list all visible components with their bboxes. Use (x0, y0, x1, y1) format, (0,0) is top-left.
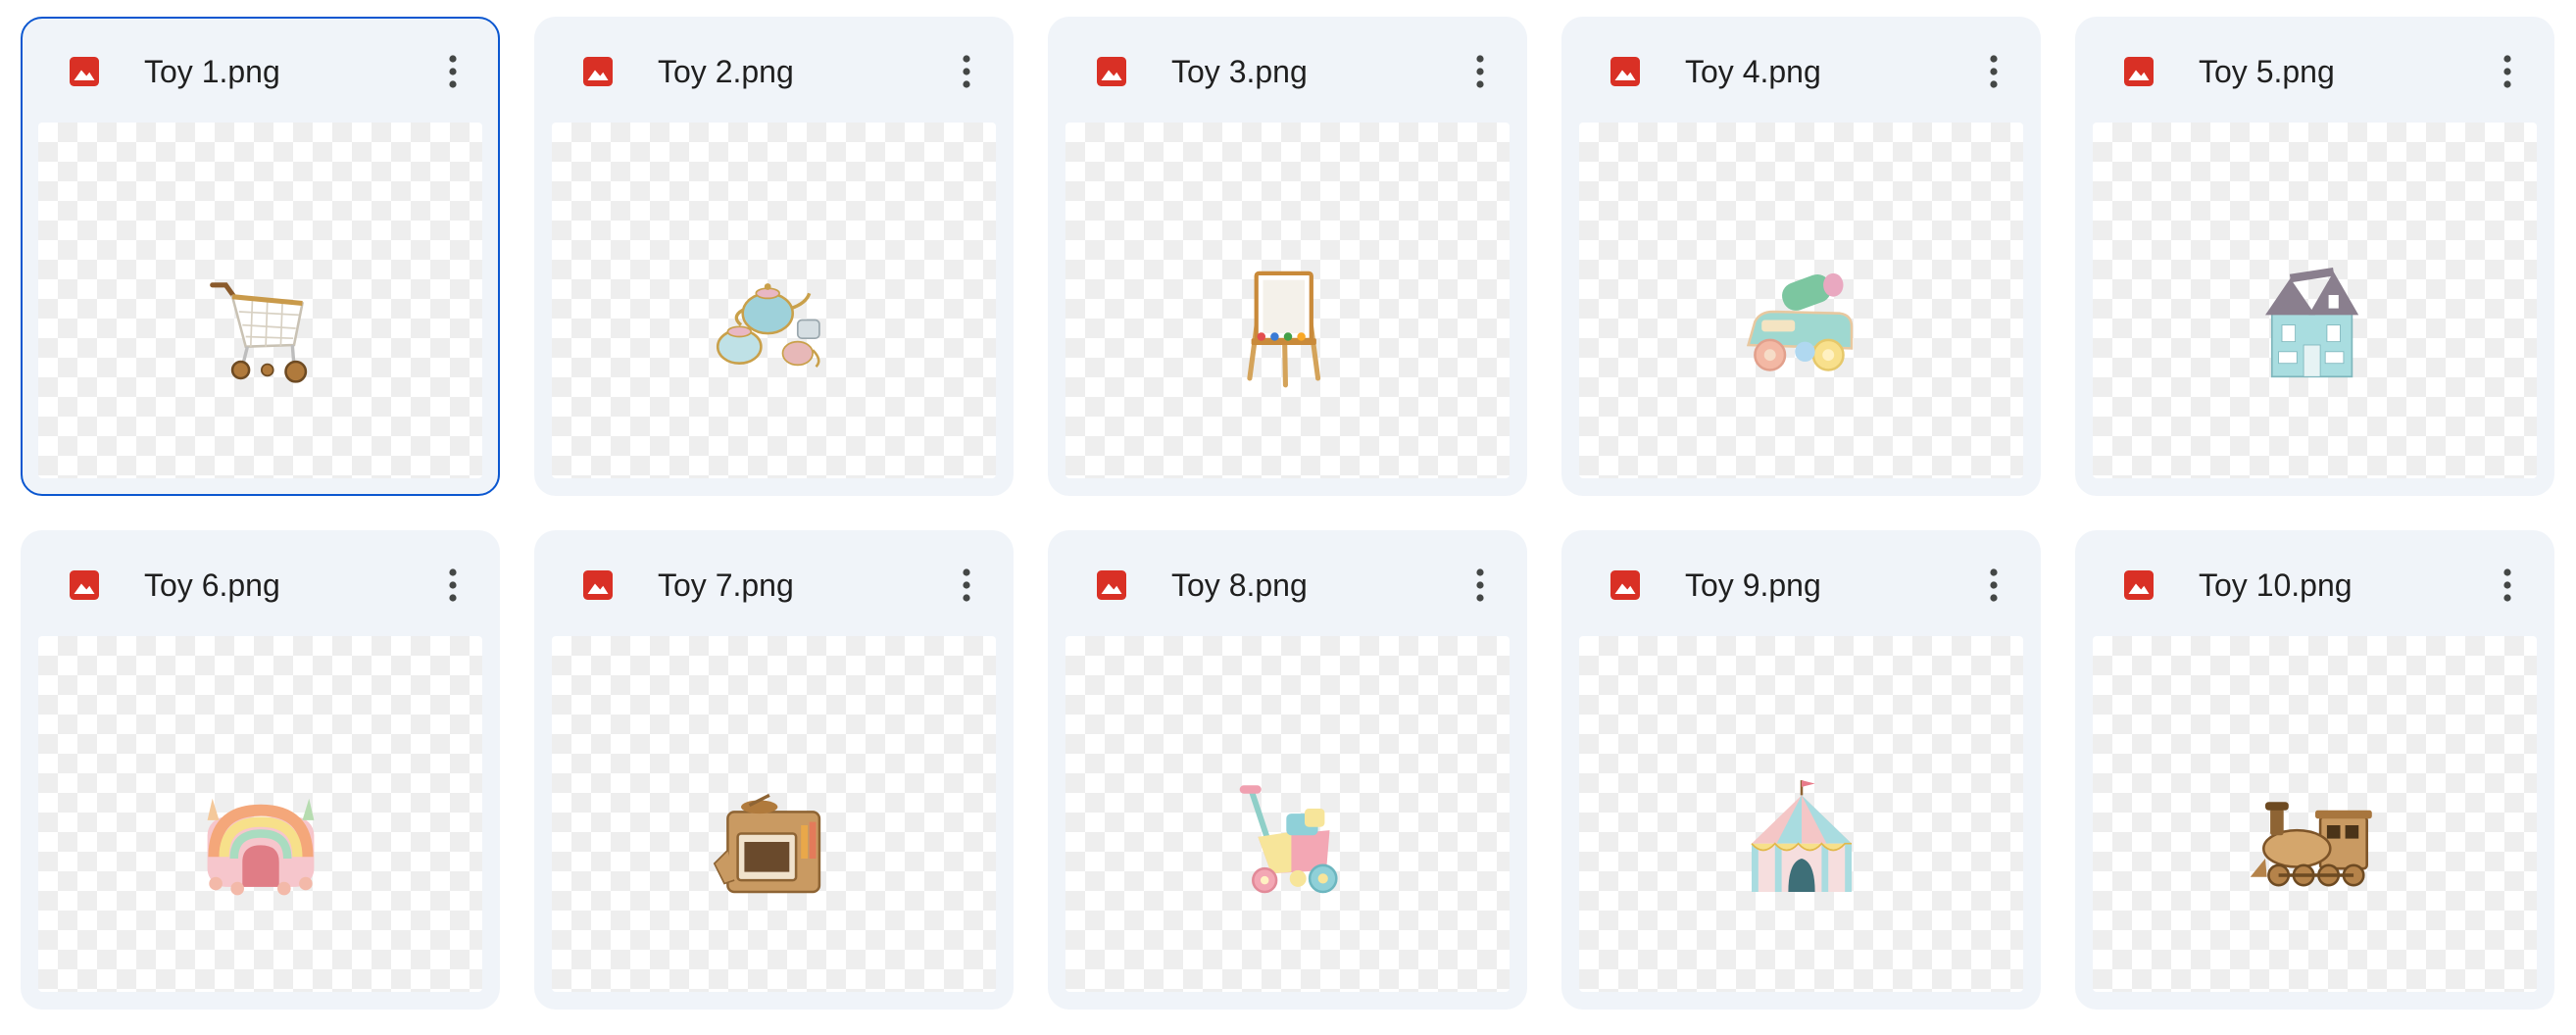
file-card-header: Toy 5.png (2077, 19, 2552, 124)
more-vert-icon (1476, 55, 1484, 88)
file-card-header: Toy 3.png (1050, 19, 1525, 124)
more-vert-icon (2503, 55, 2511, 88)
file-name: Toy 7.png (658, 567, 794, 603)
file-card[interactable]: Toy 3.png (1048, 17, 1527, 496)
image-icon (583, 57, 613, 86)
toy-train-image (2250, 801, 2372, 886)
image-icon (2124, 57, 2154, 86)
circus-tent-image (1750, 779, 1852, 892)
more-vert-icon (963, 568, 970, 602)
more-actions-button[interactable] (429, 48, 476, 95)
file-card[interactable]: Toy 6.png (21, 530, 500, 1010)
image-thumbnail[interactable] (1579, 123, 2023, 478)
file-card-header: Toy 1.png (23, 19, 498, 124)
file-card[interactable]: Toy 1.png (21, 17, 500, 496)
image-thumbnail[interactable] (38, 123, 482, 478)
image-icon (1610, 570, 1640, 600)
file-name: Toy 1.png (144, 54, 280, 89)
image-thumbnail[interactable] (1579, 636, 2023, 992)
more-vert-icon (963, 55, 970, 88)
image-thumbnail[interactable] (38, 636, 482, 992)
file-grid: Toy 1.png Toy 2.png Toy 3.png Toy 4.png … (21, 17, 2554, 1010)
play-kitchen-image (713, 793, 820, 893)
easel-image (1246, 271, 1320, 387)
file-card-header: Toy 8.png (1050, 532, 1525, 638)
shopping-cart-image (209, 281, 307, 383)
doll-house-image (2264, 267, 2358, 377)
tea-set-image (716, 282, 820, 368)
more-vert-icon (1990, 568, 1998, 602)
walker-wagon-image (1239, 784, 1338, 893)
image-thumbnail[interactable] (2093, 123, 2537, 478)
bounce-house-image (207, 798, 314, 895)
file-card[interactable]: Toy 5.png (2075, 17, 2554, 496)
image-icon (70, 570, 99, 600)
file-card[interactable]: Toy 2.png (534, 17, 1014, 496)
image-icon (1097, 570, 1126, 600)
image-icon (1097, 57, 1126, 86)
more-vert-icon (2503, 568, 2511, 602)
more-actions-button[interactable] (943, 562, 990, 609)
image-icon (1610, 57, 1640, 86)
image-thumbnail[interactable] (2093, 636, 2537, 992)
image-icon (583, 570, 613, 600)
file-card-header: Toy 6.png (23, 532, 498, 638)
more-actions-button[interactable] (1457, 48, 1504, 95)
file-name: Toy 8.png (1171, 567, 1308, 603)
more-vert-icon (449, 568, 457, 602)
file-name: Toy 4.png (1685, 54, 1821, 89)
file-name: Toy 5.png (2199, 54, 2335, 89)
more-actions-button[interactable] (2484, 48, 2531, 95)
more-actions-button[interactable] (1970, 48, 2017, 95)
file-name: Toy 6.png (144, 567, 280, 603)
more-vert-icon (449, 55, 457, 88)
image-icon (70, 57, 99, 86)
file-card-header: Toy 10.png (2077, 532, 2552, 638)
file-card[interactable]: Toy 8.png (1048, 530, 1527, 1010)
more-actions-button[interactable] (1970, 562, 2017, 609)
more-vert-icon (1990, 55, 1998, 88)
file-name: Toy 10.png (2199, 567, 2353, 603)
file-name: Toy 2.png (658, 54, 794, 89)
file-card[interactable]: Toy 9.png (1561, 530, 2041, 1010)
file-card-header: Toy 9.png (1563, 532, 2039, 638)
file-name: Toy 9.png (1685, 567, 1821, 603)
file-card-header: Toy 4.png (1563, 19, 2039, 124)
file-card-header: Toy 7.png (536, 532, 1012, 638)
file-card[interactable]: Toy 10.png (2075, 530, 2554, 1010)
file-card-header: Toy 2.png (536, 19, 1012, 124)
image-thumbnail[interactable] (552, 636, 996, 992)
image-thumbnail[interactable] (1065, 123, 1510, 478)
more-actions-button[interactable] (1457, 562, 1504, 609)
image-thumbnail[interactable] (552, 123, 996, 478)
image-thumbnail[interactable] (1065, 636, 1510, 992)
file-card[interactable]: Toy 4.png (1561, 17, 2041, 496)
more-vert-icon (1476, 568, 1484, 602)
file-card[interactable]: Toy 7.png (534, 530, 1014, 1010)
file-name: Toy 3.png (1171, 54, 1308, 89)
more-actions-button[interactable] (429, 562, 476, 609)
image-icon (2124, 570, 2154, 600)
more-actions-button[interactable] (2484, 562, 2531, 609)
toy-truck-image (1746, 272, 1853, 371)
more-actions-button[interactable] (943, 48, 990, 95)
